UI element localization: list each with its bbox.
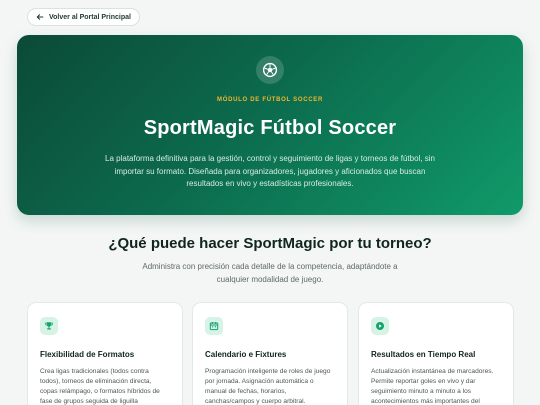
feature-card-description: Programación inteligente de roles de jue…	[205, 368, 331, 405]
hero-banner: MÓDULO DE FÚTBOL SOCCER SportMagic Fútbo…	[17, 35, 523, 215]
card-icon-badge	[40, 317, 58, 335]
play-circle-icon	[376, 322, 384, 330]
feature-card-title: Resultados en Tiempo Real	[371, 350, 476, 359]
hero-eyebrow: MÓDULO DE FÚTBOL SOCCER	[217, 97, 323, 103]
soccer-ball-icon	[262, 62, 278, 78]
calendar-icon	[209, 322, 219, 331]
feature-card-live-results: Resultados en Tiempo Real Actualización …	[358, 302, 514, 405]
card-icon-badge	[205, 317, 223, 335]
features-title: ¿Qué puede hacer SportMagic por tu torne…	[108, 235, 432, 252]
trophy-icon	[45, 322, 53, 330]
feature-card-formats: Flexibilidad de Formatos Crea ligas trad…	[27, 302, 183, 405]
feature-card-calendar: Calendario e Fixtures Programación intel…	[192, 302, 348, 405]
hero-icon-badge	[256, 56, 284, 84]
arrow-left-icon	[36, 14, 44, 20]
hero-title: SportMagic Fútbol Soccer	[143, 117, 397, 139]
back-button-label: Volver al Portal Principal	[49, 13, 131, 21]
hero-description: La plataforma definitiva para la gestión…	[105, 154, 435, 188]
card-icon-badge	[371, 317, 389, 335]
features-subtitle: Administra con precisión cada detalle de…	[142, 262, 398, 284]
feature-card-title: Calendario e Fixtures	[205, 350, 287, 359]
back-to-portal-button[interactable]: Volver al Portal Principal	[27, 8, 140, 26]
feature-card-description: Crea ligas tradicionales (todos contra t…	[40, 368, 160, 405]
feature-card-description: Actualización instantánea de marcadores.…	[371, 368, 494, 405]
feature-card-title: Flexibilidad de Formatos	[40, 350, 135, 359]
